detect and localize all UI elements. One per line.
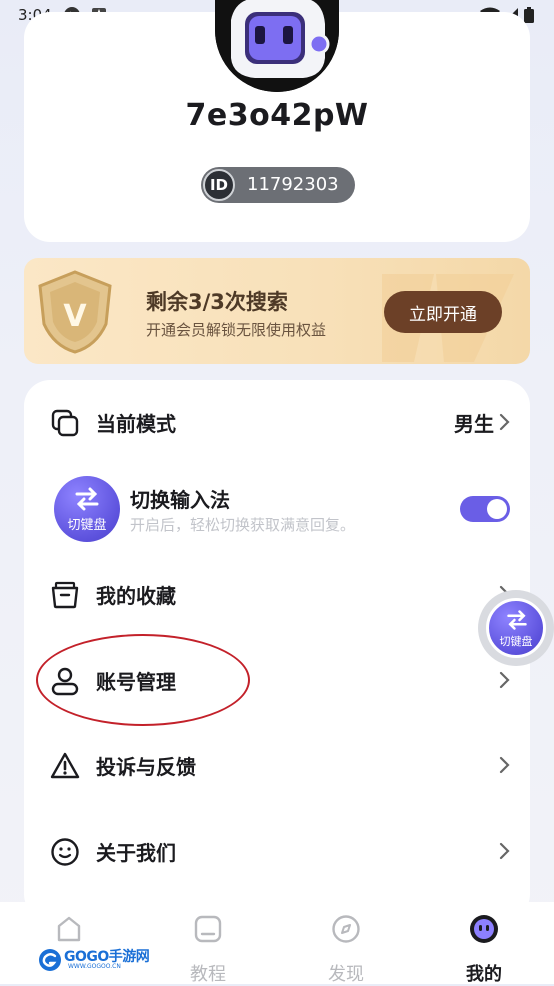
nav-discover-label: 发现 [328,964,364,985]
vip-badge-letter: V [63,299,87,334]
switch-input-title: 切换输入法 [130,488,230,512]
keyboard-switch-icon: 切键盘 [54,476,120,542]
compass-icon [332,915,360,943]
feedback-label: 投诉与反馈 [96,755,196,779]
user-id: 11792303 [247,174,339,195]
tutorial-icon [194,915,222,943]
warning-icon [50,752,80,779]
vip-shield-icon: V [38,270,112,354]
site-watermark: GOGO手游网 WWW.GOGOO.CN [38,948,150,972]
favorites-label: 我的收藏 [96,584,176,608]
profile-icon [470,915,498,943]
nav-discover[interactable]: 发现 [301,912,391,985]
folder-icon [51,581,79,609]
watermark-logo-icon [39,949,61,971]
smile-icon [51,838,79,866]
layers-icon [51,409,79,437]
floating-keyboard-inner: 切键盘 [486,598,546,658]
vip-subtitle: 开通会员解锁无限使用权益 [146,321,327,339]
switch-input-toggle[interactable] [460,496,510,522]
about-us-label: 关于我们 [96,841,176,865]
nav-tutorial[interactable]: 教程 [163,912,253,985]
nav-profile[interactable]: 我的 [439,912,529,985]
current-mode-label: 当前模式 [96,412,176,436]
user-id-pill: ID 11792303 [201,167,355,203]
swap-arrows-icon [507,610,527,630]
chevron-right-icon [499,842,510,860]
toggle-knob [487,499,507,519]
row-current-mode[interactable]: 当前模式 男生 [24,392,530,452]
highlight-circle [36,634,250,726]
watermark-url: WWW.GOGOO.CN [68,963,121,970]
row-favorites[interactable]: 我的收藏 [24,564,530,624]
home-icon [57,916,81,942]
switch-input-subtitle: 开启后，轻松切换获取满意回复。 [130,516,356,534]
chevron-right-icon [499,671,510,689]
chevron-right-icon [499,413,510,431]
vip-banner[interactable]: V 剩余3/3次搜索 开通会员解锁无限使用权益 立即开通 [24,258,530,364]
vip-title: 剩余3/3次搜索 [146,290,288,314]
username: 7e3o42pW [185,98,369,133]
row-about-us[interactable]: 关于我们 [24,821,530,881]
watermark-brand: GOGO手游网 [64,949,150,965]
row-feedback[interactable]: 投诉与反馈 [24,735,530,795]
nav-tutorial-label: 教程 [190,964,226,985]
keyboard-switch-icon-label: 切键盘 [67,518,107,533]
chevron-right-icon [499,756,510,774]
floating-keyboard-button[interactable]: 切键盘 [478,590,554,666]
nav-profile-label: 我的 [466,964,502,985]
current-mode-value: 男生 [454,412,494,436]
battery-icon [524,7,534,23]
swap-arrows-icon [75,487,99,511]
id-badge: ID [203,169,235,201]
activate-vip-button[interactable]: 立即开通 [384,291,502,333]
floating-keyboard-label: 切键盘 [499,635,533,648]
